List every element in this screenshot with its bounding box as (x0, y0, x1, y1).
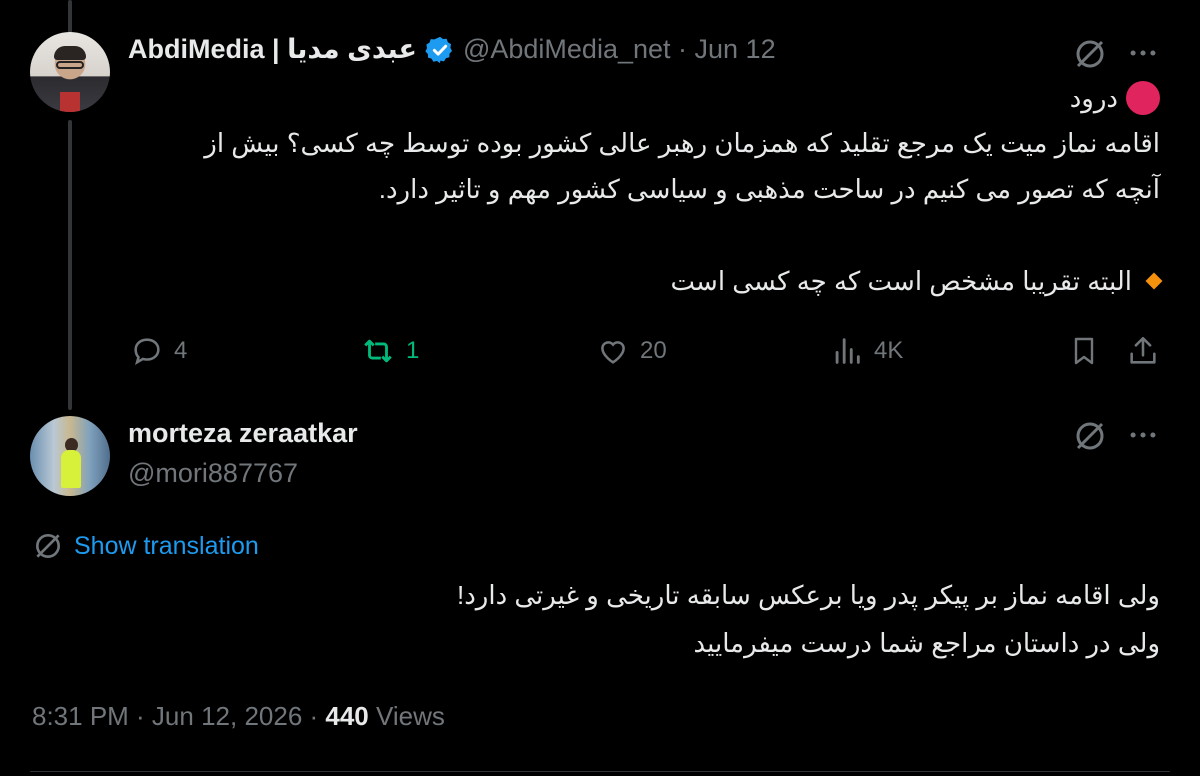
reply-views-label: Views (368, 701, 445, 731)
reply-body-line-2: ولی در داستان مراجع شما درست میفرمایید (693, 628, 1160, 658)
separator-dot: · (670, 34, 695, 64)
reply-count: 4 (174, 337, 188, 364)
tweet-date[interactable]: Jun 12 (695, 34, 776, 65)
views-count: 4K (874, 337, 904, 364)
retweet-count: 1 (406, 337, 420, 364)
avatar-morteza[interactable] (30, 416, 110, 496)
reply-views-count: 440 (325, 701, 369, 731)
like-count: 20 (640, 337, 667, 364)
share-button[interactable] (1126, 334, 1170, 368)
tweet-greeting-line: درود (1070, 75, 1160, 121)
more-icon[interactable] (1126, 418, 1160, 452)
tweet-body-line-1: اقامه نماز میت یک مرجع تقلید که همزمان ر… (204, 128, 1160, 158)
verified-badge-icon (425, 36, 452, 63)
grok-icon[interactable] (1072, 418, 1108, 454)
show-translation-label: Show translation (74, 531, 259, 560)
tweet-body-line-2: آنچه که تصور می کنیم در ساحت مذهبی و سیا… (378, 174, 1160, 204)
reply-author-name-row: morteza zeraatkar (128, 418, 358, 449)
divider (30, 771, 1170, 772)
retweet-icon (364, 339, 392, 363)
reply-author-handle[interactable]: @mori887767 (128, 458, 298, 489)
heart-icon (601, 341, 625, 364)
avatar-abdimedia[interactable] (30, 32, 110, 112)
views-button[interactable]: 4K (830, 334, 903, 368)
tweet-note-line: البته تقریبا مشخص است که چه کسی است (670, 258, 1163, 304)
reply-icon (134, 338, 160, 366)
bookmark-button[interactable] (1068, 334, 1110, 368)
reply-body-line-1: ولی اقامه نماز بر پیکر پدر ویا برعکس ساب… (457, 580, 1160, 610)
red-circle-icon (1126, 81, 1160, 115)
orange-diamond-icon (1145, 272, 1163, 290)
author-name[interactable]: AbdiMedia | عبدی مدیا (128, 34, 417, 65)
author-handle[interactable]: @AbdiMedia_net (463, 34, 671, 65)
reply-button[interactable]: 4 (130, 334, 187, 368)
thread-connector (68, 120, 72, 410)
retweet-button[interactable]: 1 (360, 334, 419, 368)
share-icon (1130, 336, 1156, 364)
like-button[interactable]: 20 (596, 334, 667, 368)
more-icon[interactable] (1126, 36, 1160, 70)
thread-connector-top (68, 0, 72, 36)
reply-timestamp[interactable]: 8:31 PM · Jun 12, 2026 · (32, 701, 325, 731)
reply-meta: 8:31 PM · Jun 12, 2026 · 440 Views (32, 701, 445, 732)
reply-author-name[interactable]: morteza zeraatkar (128, 418, 358, 449)
greeting-text: درود (1069, 83, 1118, 113)
reply-handle-row: @mori887767 (128, 458, 298, 489)
note-text: البته تقریبا مشخص است که چه کسی است (670, 266, 1133, 296)
bookmark-icon (1074, 337, 1094, 365)
tweet-header: AbdiMedia | عبدی مدیا @AbdiMedia_net · J… (128, 34, 776, 65)
show-translation-link[interactable]: Show translation (32, 530, 259, 562)
grok-icon[interactable] (1072, 36, 1108, 72)
analytics-icon (835, 338, 860, 364)
translate-icon (36, 534, 60, 558)
